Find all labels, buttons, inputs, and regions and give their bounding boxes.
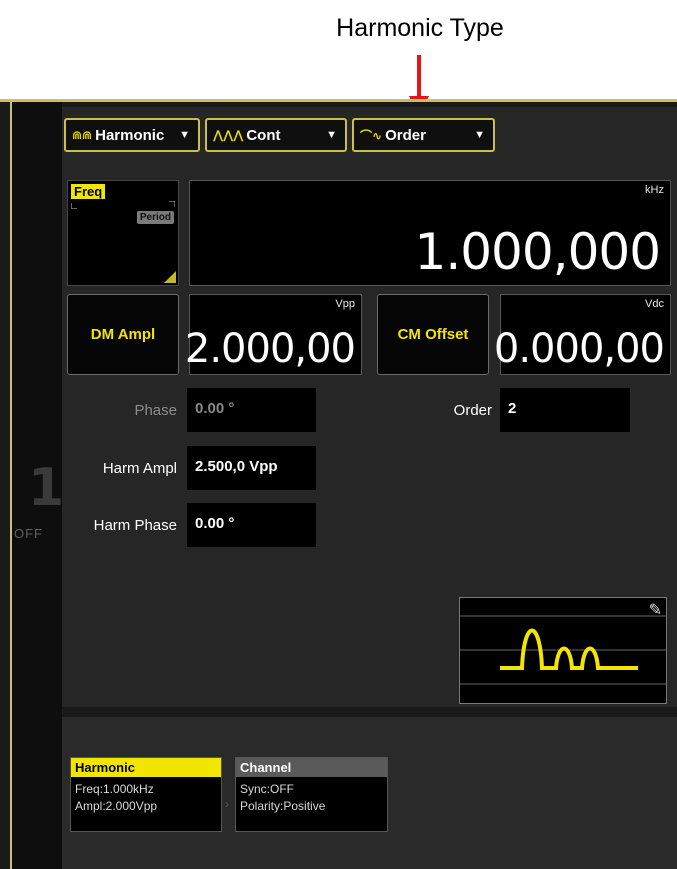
- expand-corner-icon: [164, 271, 176, 283]
- waveform-preview[interactable]: ✎: [459, 597, 667, 704]
- waveform-dropdown-label: Harmonic: [95, 126, 165, 144]
- channel-card-polarity: Polarity:Positive: [240, 799, 326, 813]
- channel-state: OFF: [14, 526, 43, 541]
- mode-dropdown-label: Cont: [246, 126, 281, 144]
- order-field[interactable]: 2: [500, 388, 630, 432]
- harm-phase-label: Harm Phase: [93, 517, 177, 534]
- harm-phase-field[interactable]: 0.00 °: [187, 503, 316, 547]
- chevron-down-icon: ▼: [474, 129, 485, 141]
- channel-status-card[interactable]: Channel Sync:OFF Polarity:Positive: [235, 757, 388, 832]
- freq-value: 1.000,000: [414, 223, 661, 281]
- dm-ampl-value: 2.000,00: [184, 326, 356, 372]
- dm-ampl-value-field[interactable]: Vpp 2.000,00: [185, 294, 362, 375]
- cm-offset-value: 0.000,00: [493, 326, 665, 372]
- status-panel: Harmonic Freq:1.000kHz Ampl:2.000Vpp › C…: [62, 717, 677, 869]
- harmonic-type-dropdown[interactable]: ⌒∿ Order ▼: [352, 118, 495, 152]
- channel-number: 1: [28, 458, 65, 518]
- freq-softkey[interactable]: Freq Period: [67, 180, 179, 286]
- dm-ampl-softkey[interactable]: DM Ampl: [67, 294, 179, 375]
- period-key-label[interactable]: Period: [136, 211, 174, 224]
- cm-offset-softkey[interactable]: CM Offset: [377, 294, 489, 375]
- corner-mark: [71, 203, 77, 209]
- order-label: Order: [453, 402, 492, 419]
- dm-ampl-unit: Vpp: [335, 298, 355, 310]
- harm-ampl-field[interactable]: 2.500,0 Vpp: [187, 446, 316, 490]
- burst-wave-icon: ⋀⋀⋀: [213, 128, 244, 142]
- cm-offset-unit: Vdc: [645, 298, 664, 310]
- harmonic-card-title: Harmonic: [71, 758, 221, 777]
- chevron-down-icon: ▼: [326, 129, 337, 141]
- channel-card-sync: Sync:OFF: [240, 782, 295, 796]
- mode-dropdown[interactable]: ⋀⋀⋀ Cont ▼: [205, 118, 347, 152]
- harmonic-card-freq: Freq:1.000kHz: [75, 782, 154, 796]
- chevron-right-icon: ›: [225, 797, 229, 811]
- freq-unit: kHz: [645, 184, 664, 196]
- harmonic-status-card[interactable]: Harmonic Freq:1.000kHz Ampl:2.000Vpp: [70, 757, 222, 832]
- annotation-arrow: [417, 55, 421, 99]
- cm-offset-value-field[interactable]: Vdc 0.000,00: [494, 294, 671, 375]
- edit-icon[interactable]: ✎: [649, 600, 662, 619]
- annotation-title: Harmonic Type: [336, 14, 504, 42]
- harm-ampl-label: Harm Ampl: [102, 460, 177, 477]
- freq-key-label: Freq: [71, 184, 106, 199]
- harmonic-card-ampl: Ampl:2.000Vpp: [75, 799, 158, 813]
- waveform-dropdown[interactable]: ⋒⋒ Harmonic ▼: [64, 118, 200, 152]
- chevron-down-icon: ▼: [179, 129, 190, 141]
- freq-value-field[interactable]: kHz 1.000,000: [189, 180, 671, 286]
- waveform-preview-graphic: [460, 615, 666, 685]
- instrument-screen: 1 OFF ⋒⋒ Harmonic ▼ ⋀⋀⋀ Cont ▼ ⌒∿ Order …: [0, 99, 677, 869]
- harmonic-type-label: Order: [385, 126, 426, 144]
- corner-mark: [169, 201, 175, 207]
- order-wave-icon: ⌒∿: [360, 128, 383, 143]
- phase-field[interactable]: 0.00 °: [187, 388, 316, 432]
- harmonic-wave-icon: ⋒⋒: [72, 128, 93, 142]
- phase-label: Phase: [134, 402, 177, 419]
- channel-card-title: Channel: [236, 758, 387, 777]
